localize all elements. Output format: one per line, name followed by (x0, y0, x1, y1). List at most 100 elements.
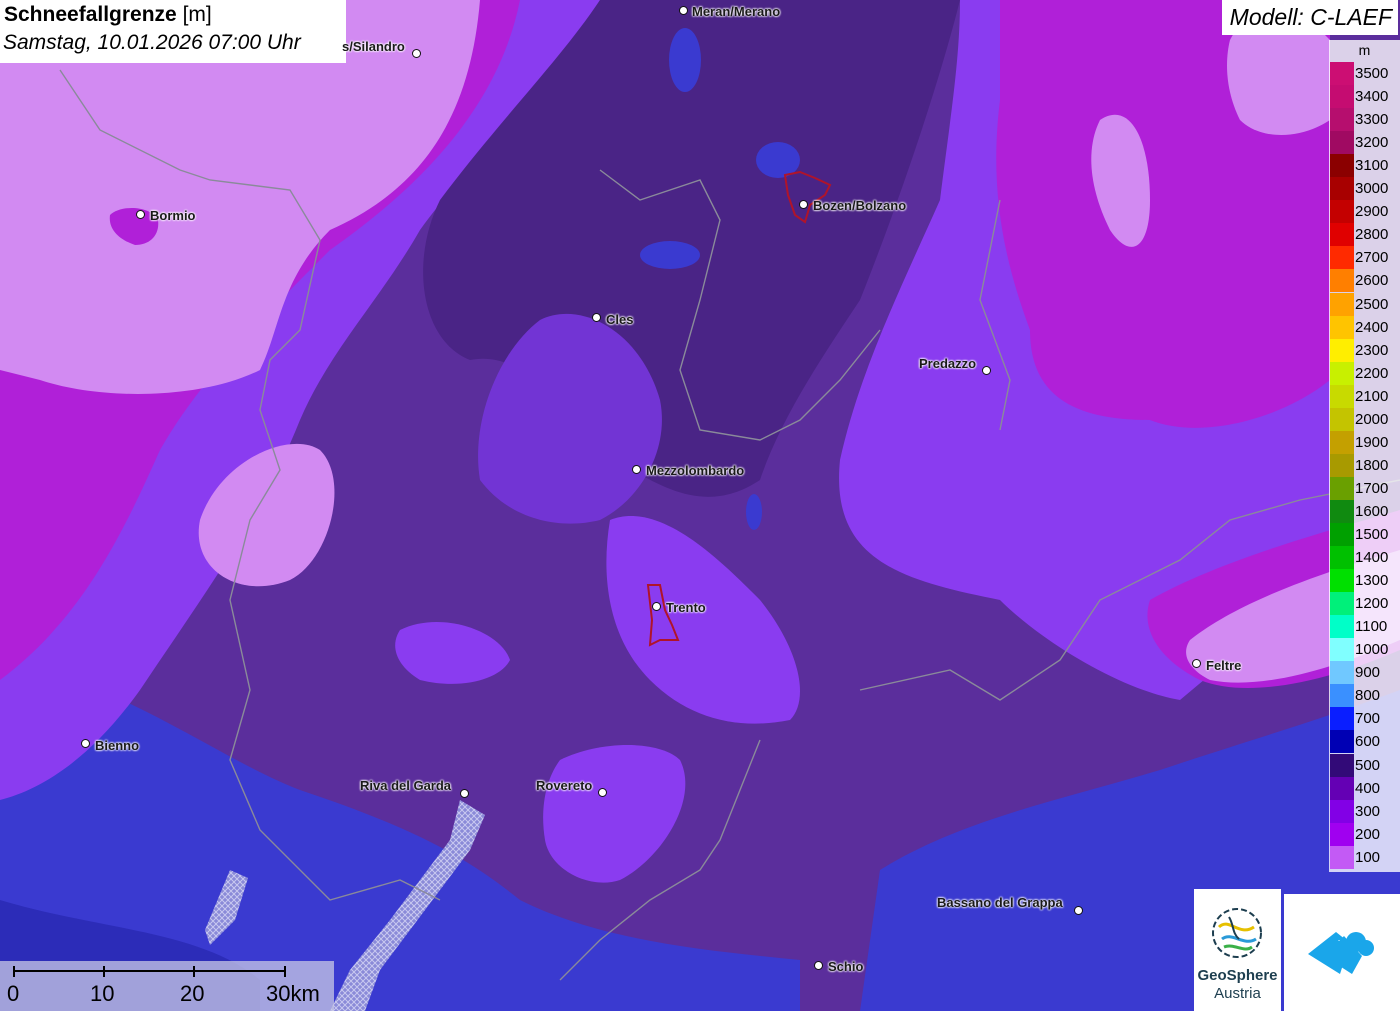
city-label[interactable]: Feltre (1206, 658, 1241, 673)
legend-swatch (1330, 523, 1354, 546)
legend-label: 3400 (1355, 88, 1389, 106)
legend-swatch (1330, 246, 1354, 270)
city-label[interactable]: Cles (606, 312, 633, 327)
city-label[interactable]: Bienno (95, 738, 139, 753)
legend-label: 3100 (1355, 157, 1389, 175)
model-label: Modell: C-LAEF (1229, 4, 1392, 30)
legend-entry: 900 (1329, 661, 1400, 685)
legend-swatch (1330, 269, 1354, 293)
city-marker[interactable] (412, 49, 421, 58)
legend-entry: 2300 (1329, 338, 1400, 362)
legend-swatch (1330, 569, 1354, 593)
legend-label: 1600 (1355, 502, 1389, 520)
legend-entry: 800 (1329, 684, 1400, 708)
city-label[interactable]: Rovereto (536, 778, 592, 793)
legend-label: 400 (1355, 779, 1381, 797)
legend-label: 1000 (1355, 641, 1389, 659)
color-legend: m 3500 3400 3300 3200 3100 3000 2900 2800 2700 26… (1329, 40, 1400, 872)
city-marker[interactable] (679, 6, 688, 15)
legend-entry: 3300 (1329, 108, 1400, 132)
city-label[interactable]: Bozen/Bolzano (813, 198, 906, 213)
legend-label: 2600 (1355, 272, 1389, 290)
city-marker[interactable] (982, 366, 991, 375)
legend-entry: 600 (1329, 730, 1400, 754)
weather-app-icon (1308, 932, 1374, 974)
city-marker[interactable] (81, 739, 90, 748)
legend-label: 1300 (1355, 572, 1389, 590)
legend-label: 700 (1355, 710, 1381, 728)
legend-swatch (1330, 430, 1354, 454)
legend-swatch (1330, 592, 1354, 616)
city-marker[interactable] (136, 210, 145, 219)
legend-entry: 1600 (1329, 499, 1400, 523)
city-marker[interactable] (1074, 906, 1083, 915)
map-title: Schneefallgrenze [m] (4, 3, 212, 26)
city-label[interactable]: Bassano del Grappa (937, 895, 1063, 910)
legend-entry: 1800 (1329, 453, 1400, 477)
legend-swatch (1330, 822, 1354, 846)
legend-label: 2700 (1355, 249, 1389, 267)
city-label[interactable]: Meran/Merano (692, 4, 780, 19)
legend-swatch (1330, 223, 1354, 247)
legend-entry: 1700 (1329, 476, 1400, 500)
legend-entry: 500 (1329, 753, 1400, 777)
city-marker[interactable] (460, 789, 469, 798)
city-label[interactable]: Bormio (150, 208, 196, 223)
legend-label: 2300 (1355, 341, 1389, 359)
legend-entry: 2800 (1329, 223, 1400, 247)
legend-entry: 100 (1329, 845, 1400, 869)
city-label[interactable]: s/Silandro (342, 39, 405, 54)
city-label[interactable]: Mezzolombardo (646, 463, 744, 478)
legend-entry: 3000 (1329, 177, 1400, 201)
city-label[interactable]: Predazzo (919, 356, 976, 371)
map-datetime: Samstag, 10.01.2026 07:00 Uhr (3, 31, 301, 54)
city-marker[interactable] (1192, 659, 1201, 668)
title-box: Schneefallgrenze [m] Samstag, 10.01.2026… (0, 0, 346, 63)
city-label[interactable]: Trento (666, 600, 706, 615)
legend-swatch (1330, 292, 1354, 316)
city-marker[interactable] (814, 961, 823, 970)
city-marker[interactable] (652, 602, 661, 611)
legend-entry: 300 (1329, 799, 1400, 823)
legend-label: 1200 (1355, 595, 1389, 613)
legend-entry: 200 (1329, 822, 1400, 846)
city-label[interactable]: Schio (828, 959, 863, 974)
legend-swatch (1330, 108, 1354, 132)
legend-label: 3200 (1355, 134, 1389, 152)
snowline-map[interactable] (0, 0, 1400, 1011)
legend-entry: 2100 (1329, 384, 1400, 408)
legend-label: 600 (1355, 733, 1381, 751)
legend-label: 800 (1355, 687, 1381, 705)
city-marker[interactable] (799, 200, 808, 209)
app-logo[interactable] (1284, 894, 1400, 1011)
geosphere-name: GeoSphere (1197, 967, 1278, 984)
city-marker[interactable] (598, 788, 607, 797)
legend-label: 300 (1355, 802, 1381, 820)
legend-swatch (1330, 776, 1354, 800)
city-marker[interactable] (592, 313, 601, 322)
legend-swatch (1330, 684, 1354, 708)
legend-swatch (1330, 384, 1354, 408)
legend-label: 100 (1355, 848, 1381, 866)
geosphere-emblem-icon (1212, 908, 1262, 958)
geosphere-logo[interactable]: GeoSphere Austria (1194, 889, 1281, 1011)
legend-entry: 2400 (1329, 315, 1400, 339)
legend-swatch (1330, 200, 1354, 224)
legend-swatch (1330, 499, 1354, 523)
city-marker[interactable] (632, 465, 641, 474)
scale-label-0: 0 (7, 981, 20, 1006)
legend-swatch (1330, 661, 1354, 685)
legend-swatch (1330, 845, 1354, 869)
legend-swatch (1330, 177, 1354, 201)
legend-entry: 2700 (1329, 246, 1400, 270)
legend-swatch (1330, 131, 1354, 155)
legend-label: 2100 (1355, 387, 1389, 405)
legend-label: 900 (1355, 664, 1381, 682)
city-label[interactable]: Riva del Garda (360, 778, 451, 793)
legend-entry: 400 (1329, 776, 1400, 800)
legend-swatch (1330, 338, 1354, 362)
legend-swatch (1330, 615, 1354, 639)
legend-entry: 3500 (1329, 62, 1400, 85)
legend-swatch (1330, 546, 1354, 570)
legend-swatch (1330, 730, 1354, 754)
